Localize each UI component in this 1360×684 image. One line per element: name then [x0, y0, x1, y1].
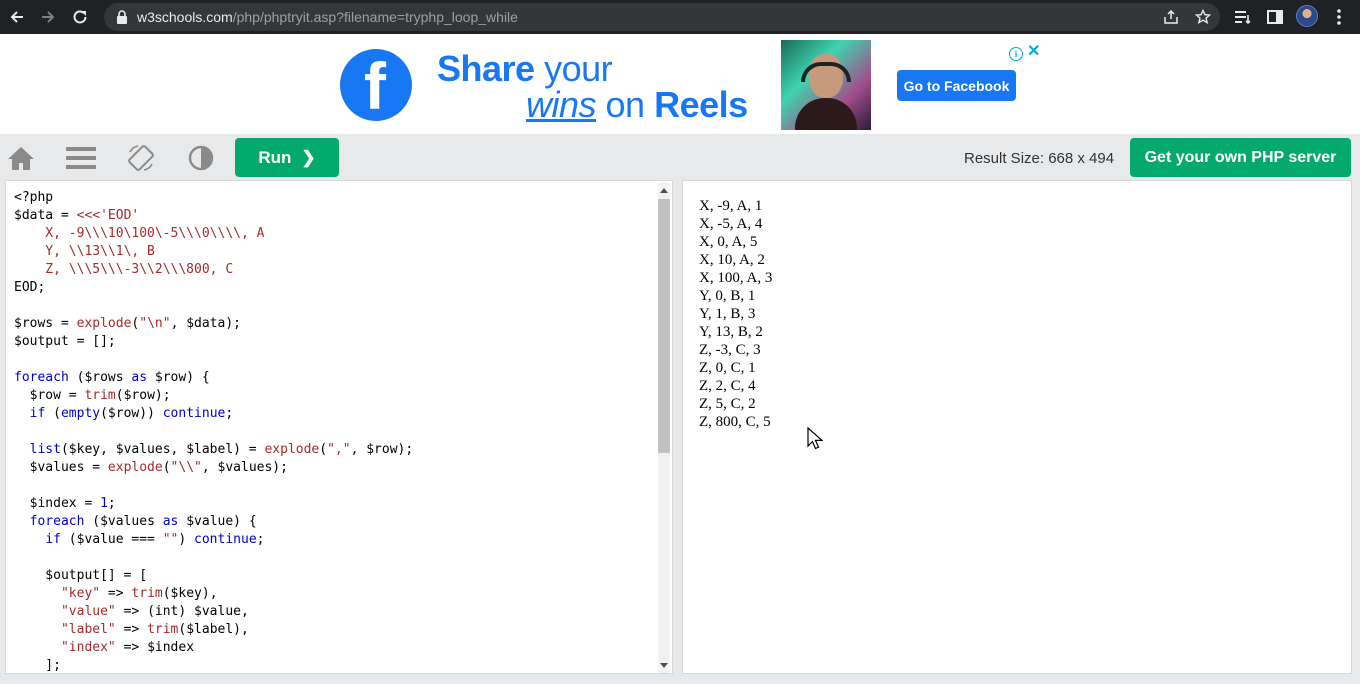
forward-icon[interactable] — [36, 5, 60, 29]
code-line[interactable]: if (empty($row)) continue; — [14, 405, 413, 423]
code-line[interactable]: Y, \\13\\1\, B — [14, 243, 413, 261]
result-pane: X, -9, A, 1 X, -5, A, 4 X, 0, A, 5 X, 10, A… — [682, 180, 1352, 674]
profile-avatar[interactable] — [1296, 5, 1318, 27]
code-line[interactable] — [14, 423, 413, 441]
lock-icon — [117, 10, 127, 24]
code-line[interactable]: $index = 1; — [14, 495, 413, 513]
facebook-logo-icon: f — [340, 49, 412, 121]
code-line[interactable]: "index" => $index — [14, 639, 413, 657]
code-line[interactable]: X, -9\\\10\100\-5\\\0\\\\, A — [14, 225, 413, 243]
code-line[interactable] — [14, 477, 413, 495]
mouse-cursor-icon — [807, 427, 823, 450]
home-icon[interactable] — [6, 143, 36, 173]
code-line[interactable]: EOD; — [14, 279, 413, 297]
output-line: Z, 800, C, 5 — [699, 414, 771, 430]
theme-contrast-icon[interactable] — [186, 143, 216, 173]
code-line[interactable] — [14, 297, 413, 315]
ad-strip: f Share your wins on Reels Go to Faceboo… — [0, 34, 1360, 134]
chevron-right-icon: ❯ — [301, 147, 316, 167]
ad-close-icon[interactable]: ✕ — [1027, 44, 1040, 60]
editor-scrollbar-thumb[interactable] — [658, 199, 670, 453]
code-line[interactable] — [14, 351, 413, 369]
url-text: w3schools.com/php/phptryit.asp?filename=… — [137, 9, 518, 25]
address-bar[interactable]: w3schools.com/php/phptryit.asp?filename=… — [104, 3, 1220, 31]
output-line: Z, 2, C, 4 — [699, 378, 756, 394]
code-line[interactable]: $rows = explode("\n", $data); — [14, 315, 413, 333]
code-line[interactable]: ]; — [14, 657, 413, 673]
code-line[interactable]: <?php — [14, 189, 413, 207]
get-own-server-button[interactable]: Get your own PHP server — [1130, 138, 1351, 177]
url-path: /php/phptryit.asp?filename=tryphp_loop_w… — [232, 9, 518, 25]
scroll-down-arrow-icon[interactable] — [660, 663, 668, 668]
result-size-label: Result Size: 668 x 494 — [964, 150, 1115, 167]
back-icon[interactable] — [5, 5, 29, 29]
output-line: X, 0, A, 5 — [699, 234, 758, 250]
output-line: Y, 0, B, 1 — [699, 288, 756, 304]
output-line: Y, 1, B, 3 — [699, 306, 756, 322]
browser-toolbar: w3schools.com/php/phptryit.asp?filename=… — [0, 0, 1360, 34]
output-line: Z, 5, C, 2 — [699, 396, 756, 412]
code-line[interactable]: $output[] = [ — [14, 567, 413, 585]
code-line[interactable]: $row = trim($row); — [14, 387, 413, 405]
code-line[interactable] — [14, 549, 413, 567]
output-line: Z, -3, C, 3 — [699, 342, 761, 358]
rotate-orientation-icon[interactable] — [126, 143, 156, 173]
output-line: X, -9, A, 1 — [699, 198, 763, 214]
more-menu-icon[interactable] — [1328, 6, 1350, 28]
scroll-up-arrow-icon[interactable] — [660, 188, 668, 193]
result-output: X, -9, A, 1 X, -5, A, 4 X, 0, A, 5 X, 10, A… — [699, 197, 772, 431]
code-line[interactable]: "label" => trim($label), — [14, 621, 413, 639]
reading-list-icon[interactable] — [1232, 6, 1254, 28]
output-line: X, -5, A, 4 — [699, 216, 763, 232]
output-line: X, 100, A, 3 — [699, 270, 773, 286]
code-line[interactable]: "key" => trim($key), — [14, 585, 413, 603]
code-line[interactable]: if ($value === "") continue; — [14, 531, 413, 549]
code-line[interactable]: $data = <<<'EOD' — [14, 207, 413, 225]
code-line[interactable]: Z, \\\5\\\-3\\2\\\800, C — [14, 261, 413, 279]
code-editor[interactable]: <?php $data = <<<'EOD' X, -9\\\10\100\-5\… — [5, 180, 673, 674]
output-line: Y, 13, B, 2 — [699, 324, 763, 340]
share-icon[interactable] — [1161, 7, 1181, 27]
url-host: w3schools.com — [137, 9, 233, 25]
reload-icon[interactable] — [68, 5, 92, 29]
output-line: Z, 0, C, 1 — [699, 360, 756, 376]
code-line[interactable]: foreach ($rows as $row) { — [14, 369, 413, 387]
side-panel-icon[interactable] — [1264, 6, 1286, 28]
code-line[interactable]: list($key, $values, $label) = explode(",… — [14, 441, 414, 459]
code-line[interactable]: $output = []; — [14, 333, 413, 351]
code-line[interactable]: "value" => (int) $value, — [14, 603, 413, 621]
ad-info-icon[interactable]: i — [1009, 47, 1023, 61]
ad-headline-2: wins on Reels — [526, 84, 748, 125]
go-to-facebook-button[interactable]: Go to Facebook — [897, 70, 1016, 101]
tryit-toolbar: Run ❯ Result Size: 668 x 494 Get your own… — [0, 134, 1360, 180]
run-button[interactable]: Run ❯ — [235, 138, 339, 177]
output-line: X, 10, A, 2 — [699, 252, 765, 268]
ad-photo — [781, 40, 871, 130]
facebook-ad[interactable]: f Share your wins on Reels Go to Faceboo… — [313, 40, 1041, 130]
menu-icon[interactable] — [66, 143, 96, 173]
code-line[interactable]: $values = explode("\\", $values); — [14, 459, 413, 477]
code-content[interactable]: <?php $data = <<<'EOD' X, -9\\\10\100\-5\… — [14, 189, 414, 673]
bookmark-star-icon[interactable] — [1193, 7, 1213, 27]
code-line[interactable]: foreach ($values as $value) { — [14, 513, 413, 531]
